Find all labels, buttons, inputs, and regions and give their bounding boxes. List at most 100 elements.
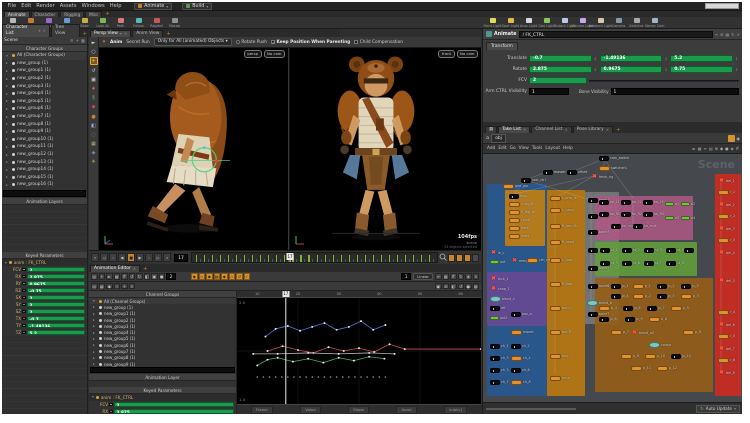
network-menu-layout[interactable]: Layout xyxy=(545,146,560,151)
channel-value[interactable]: -0.75 xyxy=(26,287,85,294)
parameter-node-path[interactable]: / FK_CTRL xyxy=(518,30,713,38)
playhead[interactable]: 17 xyxy=(286,253,294,260)
channel-row[interactable]: SX 2 xyxy=(2,294,87,301)
ladder-icon[interactable]: ↕ xyxy=(664,57,668,61)
network-node[interactable]: ch_3 xyxy=(490,356,509,361)
network-node[interactable]: st_2 xyxy=(622,248,640,253)
auto-key-toggle[interactable] xyxy=(448,253,455,262)
tree-item[interactable]: ▸ new_group14 (1) xyxy=(2,166,86,174)
ladder-icon[interactable]: ↕ xyxy=(735,57,739,61)
shelf-tool-mocap[interactable]: Mocap xyxy=(166,17,183,29)
network-node[interactable]: R_hand xyxy=(550,240,574,245)
translate-value[interactable]: -1.49136 xyxy=(599,55,663,62)
keep-position-checkbox[interactable]: ✓ Keep Position When Parenting xyxy=(270,40,350,45)
anim-right-icon-1[interactable]: ▦ xyxy=(442,273,449,280)
network-node[interactable]: jx_7 xyxy=(647,306,665,311)
channel-row[interactable]: FCV 2 xyxy=(89,401,236,408)
network-node[interactable]: hips xyxy=(509,194,527,199)
network-node[interactable]: o2 xyxy=(681,202,695,206)
network-node[interactable]: tw_R1 xyxy=(599,212,620,217)
curve-graph[interactable]: 10 20 30 40 50 60 17 2.0 1.0 Frame Value Slope Ac… xyxy=(237,291,483,414)
anim-toolbar-icon-2[interactable]: ► xyxy=(106,273,113,280)
network-toolbar-icon-7[interactable]: ◈ xyxy=(731,146,734,151)
anim-toolbar2r-icon-5[interactable]: ▦ xyxy=(472,282,479,290)
network-node[interactable]: blend_c xyxy=(490,296,515,302)
network-node[interactable]: jx_4 xyxy=(611,294,629,299)
tree-item[interactable]: ▸ new_group6 (1) xyxy=(2,105,86,113)
viewport-front[interactable]: front No cam 104fps scene 13 objects sel… xyxy=(290,48,481,250)
fcv-slider-track[interactable] xyxy=(589,79,739,82)
network-toolbar-icon-5[interactable]: ◆ xyxy=(720,146,723,151)
network-node[interactable]: r_6 xyxy=(718,358,735,363)
network-node[interactable]: st_7 xyxy=(644,261,662,266)
tab-transform[interactable]: Transform xyxy=(486,42,518,50)
prev-key-button[interactable]: ◁ xyxy=(100,253,108,262)
channel-value[interactable]: -0.7 xyxy=(26,315,85,322)
network-toolbar-icon-6[interactable]: ● xyxy=(725,146,729,151)
interpolation-selector[interactable]: Linear xyxy=(413,273,433,280)
key-button-icon-3[interactable]: ▦ xyxy=(213,273,220,280)
pose-tool[interactable]: ♦ xyxy=(90,85,98,93)
zoom-timeline-icon[interactable] xyxy=(439,253,447,262)
shelf-tool-point-light[interactable]: Point Light xyxy=(484,17,501,29)
footer-accel[interactable]: Accel xyxy=(396,405,417,414)
bone-visibility-value[interactable]: 1 xyxy=(610,88,739,95)
network-menu-view[interactable]: View xyxy=(519,146,529,151)
network-node[interactable]: ch_4 xyxy=(511,356,531,361)
tab-anim-view[interactable]: Anim View xyxy=(132,30,164,37)
translate-value[interactable]: 5.2 xyxy=(670,55,734,62)
key-button-icon-2[interactable]: ◆ xyxy=(206,273,213,280)
param-header-icon-2[interactable]: ▦ xyxy=(726,32,730,37)
ladder-icon[interactable]: ↕ xyxy=(664,68,668,72)
anim-toolbar-icon-1[interactable]: + xyxy=(98,273,105,280)
scale-tool[interactable]: ▣ xyxy=(90,76,98,84)
path-crumb[interactable]: obj xyxy=(491,133,506,143)
channel-group-row[interactable]: ▾ anim : FK_CTRL xyxy=(2,259,87,266)
network-icon-tab[interactable]: ▦ xyxy=(485,126,498,133)
network-node[interactable]: st_5 xyxy=(600,261,618,266)
shelf-tool-switcher[interactable]: Switcher xyxy=(628,17,645,29)
close-icon[interactable]: × xyxy=(43,28,46,34)
param-header-icon-0[interactable]: ≡ xyxy=(715,32,718,37)
anim-toolbar-icon-3[interactable]: ▦ xyxy=(113,273,120,280)
network-node[interactable] xyxy=(684,248,695,253)
prev-frame-button[interactable]: ‹ xyxy=(109,253,117,262)
rotate-value[interactable]: 2.875 xyxy=(529,66,592,73)
network-node[interactable]: p_10 xyxy=(645,354,665,359)
pin-tool[interactable]: ● xyxy=(90,113,98,121)
network-node[interactable]: R_leg_fk xyxy=(509,210,535,215)
network-node[interactable]: tw_mid xyxy=(611,224,634,229)
network-node[interactable]: ch_7 xyxy=(490,380,509,385)
network-toolbar-icon-0[interactable]: ► xyxy=(693,146,696,151)
channel-filter-input[interactable] xyxy=(90,367,235,374)
channel-value[interactable]: 2 xyxy=(113,401,234,408)
network-node[interactable]: spine xyxy=(509,218,530,223)
network-node[interactable]: box_a xyxy=(511,312,532,317)
network-node[interactable]: tw_R2 xyxy=(621,212,642,217)
anim-toolbar2-icon-4[interactable]: + xyxy=(121,282,128,290)
network-node[interactable]: jx_9 xyxy=(625,317,643,322)
channel-row[interactable]: TX -0.7 xyxy=(2,315,87,322)
tree-item[interactable]: ▸ new_group1 (1) xyxy=(2,67,86,75)
tree-item[interactable]: ▸ new_group9 (1) xyxy=(2,128,86,136)
horizontal-scrollbar[interactable] xyxy=(486,407,576,410)
channel-row[interactable]: TY -1.49136 xyxy=(2,322,87,329)
network-node[interactable]: export xyxy=(511,330,534,335)
shelf-tool-area-light[interactable]: Area Light xyxy=(520,17,537,29)
graph-playhead-label[interactable]: 17 xyxy=(282,291,290,297)
network-node[interactable]: L_foot xyxy=(550,258,572,263)
play-button[interactable]: ▶ xyxy=(136,253,144,262)
translate-value[interactable]: -0.7 xyxy=(529,55,592,62)
panel-icon-0[interactable]: ≡ xyxy=(70,38,74,43)
panel-icon-1[interactable]: + xyxy=(76,38,80,43)
anim-right-icon-0[interactable]: ≡ xyxy=(435,273,442,280)
network-menu-help[interactable]: Help xyxy=(563,146,573,151)
network-node[interactable]: ✖ del_4 xyxy=(718,250,735,256)
fcv-value[interactable]: 2 xyxy=(529,77,587,84)
anim-toolbar-icon-8[interactable]: ▣ xyxy=(151,273,158,280)
menu-file[interactable]: File xyxy=(5,3,19,9)
anim-toolbar-icon-6[interactable]: ↻ xyxy=(136,273,143,280)
network-node[interactable]: neck xyxy=(509,226,529,231)
ladder-icon[interactable]: ↕ xyxy=(594,57,598,61)
network-node[interactable]: st_1 xyxy=(600,248,618,253)
